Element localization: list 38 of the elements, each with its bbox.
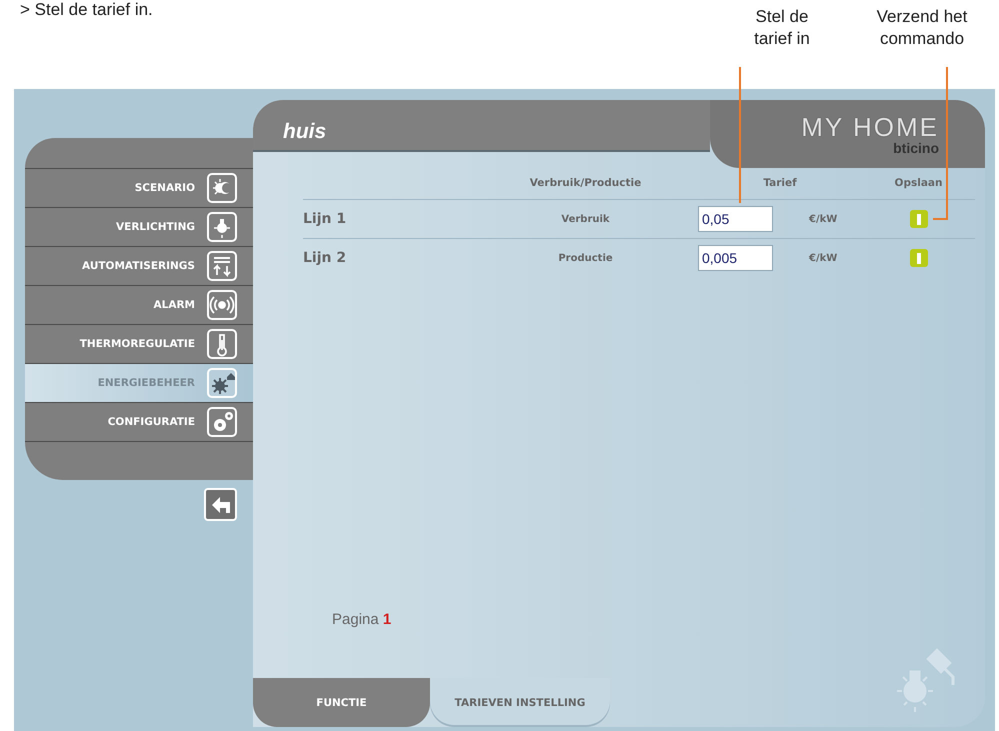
sun-moon-icon	[207, 173, 237, 203]
unit-label: €/kW	[808, 252, 838, 264]
line-name: Lijn 1	[303, 211, 348, 227]
alarm-icon	[207, 290, 237, 320]
bulb-icon	[207, 212, 237, 242]
sidebar-item[interactable]: ALARM	[25, 286, 253, 325]
tariff-input[interactable]: 0,005	[698, 245, 773, 271]
sidebar-item[interactable]: ENERGIEBEHEER	[25, 364, 253, 403]
thermometer-icon	[207, 329, 237, 359]
column-header: Opslaan	[894, 177, 944, 189]
sidebar-item[interactable]: SCENARIO	[25, 169, 253, 208]
gears-icon	[207, 407, 237, 437]
sidebar-item[interactable]: THERMOREGULATIE	[25, 325, 253, 364]
line-name: Lijn 2	[303, 250, 348, 266]
save-button[interactable]	[910, 210, 928, 228]
tab[interactable]: TARIEVEN INSTELLING	[430, 678, 610, 727]
back-arrow-icon	[210, 496, 230, 514]
page-title: huis	[283, 120, 326, 144]
callout-label: Stel de tarief in	[753, 6, 811, 50]
unit-label: €/kW	[808, 214, 838, 224]
tariff-input[interactable]: 0,05	[698, 206, 773, 232]
sidebar-item[interactable]: AUTOMATISERINGS	[25, 247, 253, 286]
column-header: Tarief	[762, 177, 798, 189]
sidebar-item[interactable]: CONFIGURATIE	[25, 403, 253, 442]
type-label: Verbruik	[560, 214, 611, 224]
back-button[interactable]	[204, 488, 237, 521]
shutter-icon	[207, 251, 237, 281]
brand-text: bticino	[893, 140, 939, 156]
gear-house-icon	[207, 368, 237, 398]
logo-text: MY HOME	[801, 114, 939, 140]
sidebar-item[interactable]: VERLICHTING	[25, 208, 253, 247]
page-indicator: Pagina 1	[331, 611, 392, 630]
instruction-text: > Stel de tarief in.	[20, 0, 153, 20]
type-label: Productie	[557, 252, 614, 264]
column-header: Verbruik/Productie	[528, 177, 642, 189]
save-button[interactable]	[910, 249, 928, 267]
callout-label: Verzend het commando	[876, 6, 968, 50]
tab[interactable]: FUNCTIE	[253, 678, 430, 727]
